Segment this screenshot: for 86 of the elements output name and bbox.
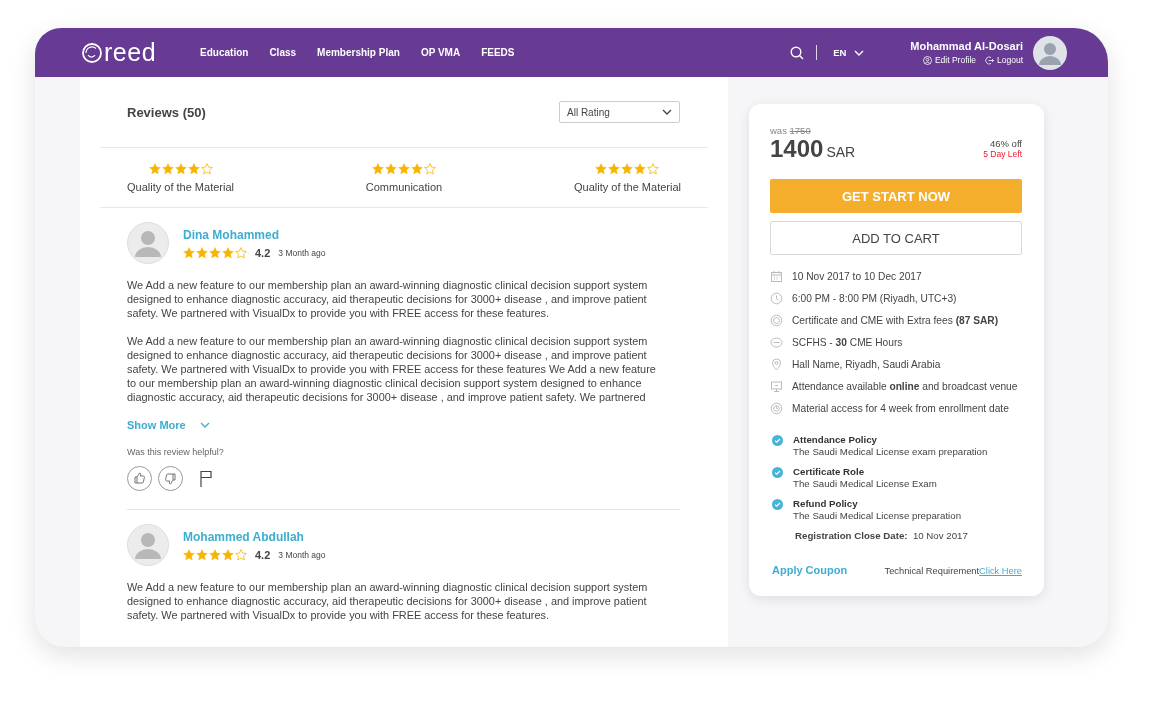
discount-label: 46% off bbox=[988, 138, 1022, 149]
nav-link[interactable]: OP VMA bbox=[420, 47, 461, 58]
nav-link[interactable]: Membership Plan bbox=[317, 47, 400, 58]
policy-title: Attendance Policy bbox=[793, 434, 878, 446]
currency: SAR bbox=[826, 144, 856, 160]
detail-text: Attendance available online and broadcast venue bbox=[792, 380, 1018, 392]
logo-icon[interactable] bbox=[81, 41, 103, 64]
filled-star-icon bbox=[161, 163, 174, 175]
logout-icon bbox=[985, 55, 994, 65]
nav-link[interactable]: Education bbox=[200, 47, 249, 58]
detail-text: Material access for 4 week from enrollment date bbox=[792, 402, 1009, 414]
days-left-label: 5 Day Left bbox=[983, 149, 1022, 160]
clock-icon bbox=[770, 291, 783, 305]
rating-filter-dropdown[interactable]: All Rating bbox=[559, 101, 680, 123]
policy-text: The Saudi Medical License exam preparation bbox=[793, 446, 988, 458]
detail-text: Hall Name, Riyadh, Saudi Arabia bbox=[792, 358, 941, 370]
requirement-label: Technical Requirement bbox=[884, 566, 980, 576]
filled-star-icon bbox=[183, 246, 195, 259]
helpful-question: Was this review helpful? bbox=[127, 447, 225, 457]
edit-profile-link[interactable]: Edit Profile bbox=[934, 55, 976, 65]
was-label: was bbox=[770, 125, 787, 136]
filled-star-icon bbox=[174, 163, 187, 175]
calendar-icon bbox=[770, 269, 783, 283]
empty-star-icon bbox=[235, 246, 247, 259]
review-date: 3 Month ago bbox=[278, 549, 326, 560]
registration-date: 10 Nov 2017 bbox=[912, 530, 968, 541]
empty-star-icon bbox=[235, 548, 247, 561]
detail-text: 10 Nov 2017 to 10 Dec 2017 bbox=[792, 270, 922, 282]
filled-star-icon bbox=[398, 163, 410, 175]
language-selector[interactable]: EN bbox=[833, 47, 847, 58]
filled-star-icon bbox=[209, 246, 221, 259]
filled-star-icon bbox=[222, 548, 234, 561]
review-date: 3 Month ago bbox=[278, 247, 326, 258]
add-to-cart-button[interactable]: ADD TO CART bbox=[770, 221, 1022, 255]
review-text: We Add a new feature to our membership plan an award-winning diagnostic clinical decision support system designed to enhance diagnostic accuracy, aid therapeutic decisions for 3000+ disease , and improve patient safety. We partnered with VisualDx to provide you with FREE access for these features We Add a new feature to our membership plan an award-winning diagnostic clinical decision support system designed to enhance diagnostic accuracy, aid therapeutic decisions for 3000+ disease , and improve patient safety. We partnered bbox=[127, 334, 657, 404]
search-icon[interactable] bbox=[790, 45, 805, 60]
policy-title: Certificate Role bbox=[793, 466, 866, 478]
rating-score: 4.2 bbox=[255, 246, 271, 259]
filled-star-icon bbox=[183, 548, 195, 561]
filled-star-icon bbox=[209, 548, 221, 561]
thumbs-up-button[interactable] bbox=[127, 466, 152, 491]
nav-link[interactable]: Class bbox=[269, 47, 297, 58]
old-price: 1750 bbox=[789, 125, 811, 136]
filled-star-icon bbox=[148, 163, 161, 175]
location-pin-icon bbox=[770, 357, 783, 371]
filled-star-icon bbox=[187, 163, 200, 175]
registration-label: Registration Close Date: bbox=[795, 530, 908, 541]
badge-clock-icon bbox=[770, 401, 783, 415]
filled-star-icon bbox=[621, 163, 634, 175]
logout-link[interactable]: Logout bbox=[997, 55, 1023, 65]
rating-label: Quality of the Material bbox=[127, 181, 234, 193]
nav-link[interactable]: FEEDS bbox=[481, 47, 515, 58]
logo-text[interactable]: reed bbox=[104, 40, 157, 65]
policy-text: The Saudi Medical License preparation bbox=[793, 510, 962, 522]
monitor-icon bbox=[770, 379, 783, 393]
badge-icon bbox=[770, 313, 783, 327]
thumbs-down-button[interactable] bbox=[158, 466, 183, 491]
review-text: We Add a new feature to our membership plan an award-winning diagnostic clinical decision support system designed to enhance diagnostic accuracy, aid therapeutic decisions for 3000+ disease , and improve patient safety. We partnered with VisualDx to provide you with FREE access for these features. bbox=[127, 580, 649, 622]
reviewer-avatar bbox=[127, 524, 169, 566]
policy-text: The Saudi Medical License Exam bbox=[793, 478, 937, 490]
user-name: Mohammad Al-Dosari bbox=[910, 40, 1023, 52]
filled-star-icon bbox=[372, 163, 384, 175]
rating-label: Quality of the Material bbox=[574, 181, 681, 193]
detail-text: SCFHS - 30 CME Hours bbox=[792, 336, 903, 348]
detail-text: 6:00 PM - 8:00 PM (Riyadh, UTC+3) bbox=[792, 292, 957, 304]
filled-star-icon bbox=[222, 246, 234, 259]
flag-icon[interactable] bbox=[199, 469, 213, 488]
reviews-heading: Reviews (50) bbox=[127, 104, 206, 120]
filled-star-icon bbox=[196, 246, 208, 259]
filled-star-icon bbox=[196, 548, 208, 561]
user-avatar[interactable] bbox=[1033, 35, 1067, 70]
rating-score: 4.2 bbox=[255, 548, 271, 561]
user-circle-icon bbox=[922, 55, 932, 65]
chevron-down-icon bbox=[662, 109, 672, 115]
policy-title: Refund Policy bbox=[793, 498, 859, 510]
filled-star-icon bbox=[634, 163, 647, 175]
detail-text: Certificate and CME with Extra fees (87 SAR) bbox=[792, 314, 999, 326]
reviewer-avatar bbox=[127, 222, 169, 264]
price: 1400 bbox=[770, 135, 824, 162]
review-text: We Add a new feature to our membership plan an award-winning diagnostic clinical decision support system designed to enhance diagnostic accuracy, aid therapeutic decisions for 3000+ disease , and improve patient safety. We partnered with VisualDx to provide you with FREE access for these features. bbox=[127, 278, 649, 320]
filled-star-icon bbox=[595, 163, 608, 175]
filled-star-icon bbox=[411, 163, 423, 175]
oval-badge-icon bbox=[770, 335, 783, 349]
filled-star-icon bbox=[608, 163, 621, 175]
filled-star-icon bbox=[385, 163, 397, 175]
rating-label: Communication bbox=[365, 181, 443, 193]
